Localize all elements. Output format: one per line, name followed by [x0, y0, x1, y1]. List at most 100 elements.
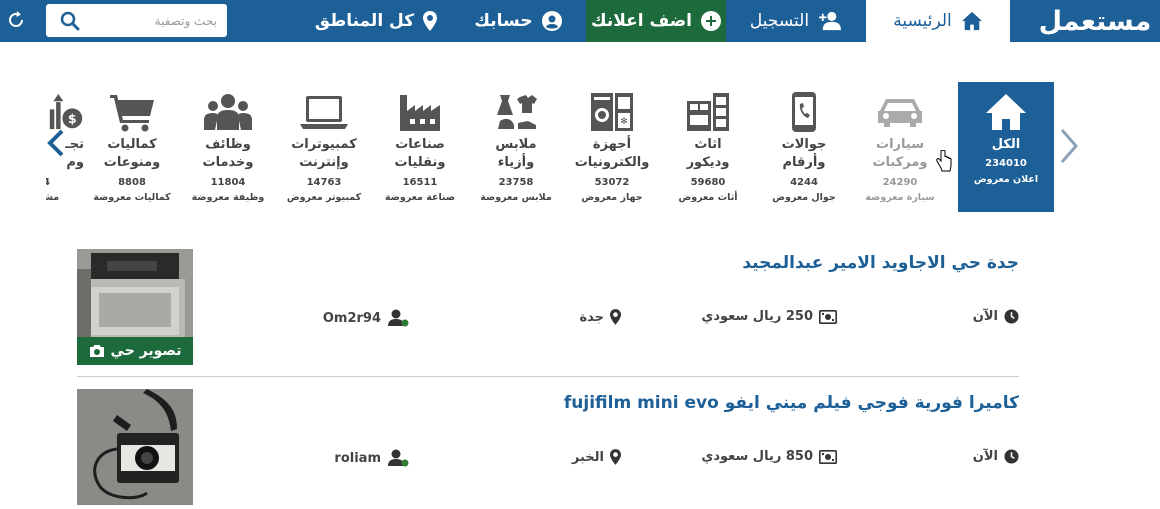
clock-icon	[1004, 309, 1019, 324]
category-name-line2: وإنترنت	[299, 155, 349, 170]
category-count: 4454	[46, 177, 50, 188]
category-subtitle: صناعة معروضة	[384, 192, 456, 203]
listing-price-label: 850 ريال سعودي	[701, 449, 813, 464]
location-pin-icon	[423, 11, 438, 31]
category-computers[interactable]: كمبيوترات وإنترنت 14763 كمبيوتر معروض	[276, 82, 372, 212]
nav-home[interactable]: الرئيسية	[866, 0, 1010, 42]
listing-time: الآن	[973, 309, 1019, 324]
listing-thumbnail[interactable]: تصوير حي	[77, 249, 193, 365]
category-subtitle: وظيفة معروضة	[191, 192, 265, 203]
search-box[interactable]	[46, 4, 227, 37]
category-name-line1: جوالات	[781, 137, 827, 152]
category-phones[interactable]: جوالات وأرقام 4244 جوال معروض	[756, 82, 852, 212]
location-pin-icon	[610, 449, 621, 465]
listing-price-label: 250 ريال سعودي	[701, 309, 813, 324]
live-photo-label: تصوير حي	[110, 343, 182, 359]
category-name-line2: ومنوعات	[103, 155, 161, 170]
search-input[interactable]	[87, 11, 217, 31]
listing-price: 850 ريال سعودي	[701, 449, 837, 464]
category-subtitle: كماليات معروضة	[93, 192, 171, 203]
listing-thumbnail[interactable]	[77, 389, 193, 505]
category-subtitle: مشروع مـ	[46, 192, 60, 203]
category-electronics[interactable]: ✻ أجهزة والكترونيات 53072 جهاز معروض	[564, 82, 660, 212]
category-name-line2: والكترونيات	[574, 155, 650, 170]
category-carousel: الكل 234010 اعلان معروض سيارات ومركبات 24…	[46, 82, 1054, 212]
category-name-line2: وخدمات	[202, 155, 254, 170]
category-count: 59680	[690, 177, 726, 188]
nav-account-label: حسابك	[474, 11, 533, 31]
listing-city[interactable]: الخبر	[572, 449, 621, 465]
listing-user[interactable]: roliam	[334, 449, 409, 467]
user-circle-icon	[541, 11, 562, 31]
category-count: 234010	[985, 158, 1027, 169]
category-jobs[interactable]: وظائف وخدمات 11804 وظيفة معروضة	[180, 82, 276, 212]
clock-icon	[1004, 449, 1019, 464]
category-cars[interactable]: سيارات ومركبات 24290 سيارة معروضة	[852, 82, 948, 212]
listing-price: 250 ريال سعودي	[701, 309, 837, 324]
nav-regions[interactable]: كل المناطق	[300, 0, 452, 42]
category-subtitle: كمبيوتر معروض	[286, 192, 362, 203]
house-icon	[986, 94, 1026, 130]
category-name-line1: سيارات	[876, 137, 924, 152]
category-subtitle: جهاز معروض	[581, 192, 643, 203]
category-furniture[interactable]: اثاث وديكور 59680 أثاث معروض	[660, 82, 756, 212]
live-photo-badge: تصوير حي	[77, 337, 193, 365]
category-subtitle: اعلان معروض	[973, 174, 1039, 185]
money-growth-icon: $	[49, 94, 83, 130]
carousel-next-arrow-icon[interactable]	[1058, 128, 1080, 164]
site-logo[interactable]: مستعمل	[1030, 0, 1160, 42]
phone-icon	[792, 92, 816, 132]
cart-icon	[110, 95, 154, 132]
category-name-line2: وديكور	[686, 155, 730, 170]
svg-text:$: $	[68, 111, 77, 126]
category-clothes[interactable]: ملابس وأزياء 23758 ملابس معروضة	[468, 82, 564, 212]
nav-home-label: الرئيسية	[893, 11, 952, 31]
listing-user-label: Om2r94	[322, 310, 381, 326]
home-icon	[961, 11, 982, 31]
people-icon	[204, 94, 252, 130]
category-name-line2: ونقليات	[394, 155, 446, 170]
listing-item[interactable]: كاميرا فورية فوجي فيلم ميني ايفو fujifil…	[77, 389, 1019, 509]
listing-city[interactable]: جدة	[579, 309, 621, 325]
user-online-icon	[388, 309, 409, 327]
category-industries[interactable]: صناعات ونقليات 16511 صناعة معروضة	[372, 82, 468, 212]
nav-add-ad[interactable]: اضف اعلانك	[586, 0, 726, 42]
listing-user[interactable]: Om2r94	[323, 309, 409, 327]
listing-user-label: roliam	[334, 450, 381, 466]
category-count: 11804	[210, 177, 246, 188]
carousel-prev-arrow-icon[interactable]	[44, 128, 66, 158]
category-accessories[interactable]: كماليات ومنوعات 8808 كماليات معروضة	[84, 82, 180, 212]
category-name-line2: ومركبات	[872, 155, 928, 170]
listing-item[interactable]: تصوير حي جدة حي الاجاويد الامير عبدالمجي…	[77, 249, 1019, 369]
listing-time-label: الآن	[972, 449, 998, 464]
money-icon	[819, 309, 837, 324]
clothes-icon	[497, 95, 537, 129]
listing-title[interactable]: جدة حي الاجاويد الامير عبدالمجيد	[742, 253, 1019, 273]
listing-time: الآن	[973, 449, 1019, 464]
category-name-line1: صناعات	[395, 137, 445, 152]
nav-regions-label: كل المناطق	[314, 11, 415, 31]
listing-time-label: الآن	[972, 309, 998, 324]
svg-text:✻: ✻	[620, 117, 628, 127]
category-name-line1: كماليات	[107, 137, 157, 152]
search-icon[interactable]	[60, 11, 80, 31]
listing-title[interactable]: كاميرا فورية فوجي فيلم ميني ايفو fujifil…	[564, 393, 1019, 413]
category-count: 14763	[306, 177, 342, 188]
refresh-icon[interactable]	[6, 10, 26, 30]
listing-city-label: جدة	[579, 309, 604, 325]
nav-account[interactable]: حسابك	[452, 0, 584, 42]
category-count: 53072	[594, 177, 630, 188]
category-count: 24290	[882, 177, 918, 188]
camera-photo	[77, 389, 193, 505]
category-all[interactable]: الكل 234010 اعلان معروض	[958, 82, 1054, 212]
nav-register[interactable]: التسجيل	[726, 0, 866, 42]
money-icon	[819, 449, 837, 464]
car-icon	[878, 99, 922, 127]
category-count: 4244	[790, 177, 818, 188]
category-count: 16511	[402, 177, 438, 188]
nav-register-label: التسجيل	[749, 11, 810, 31]
user-online-icon	[388, 449, 409, 467]
category-subtitle: ملابس معروضة	[480, 192, 552, 203]
category-name-line2: وأرقام	[782, 155, 826, 170]
category-subtitle: جوال معروض	[772, 192, 836, 203]
